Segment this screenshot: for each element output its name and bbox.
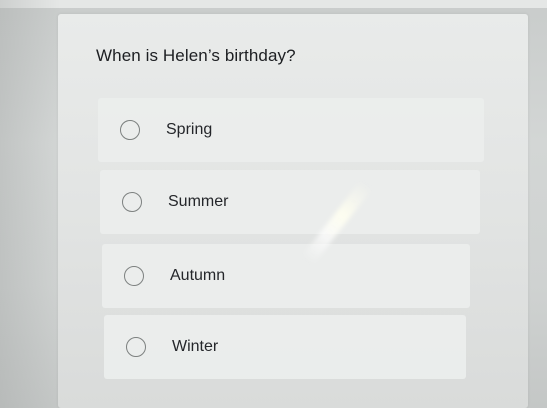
option-label: Winter [172, 338, 219, 355]
top-edge [0, 0, 547, 8]
background-shade [0, 0, 60, 408]
option-autumn[interactable]: Autumn [102, 244, 470, 308]
radio-unchecked-icon[interactable] [126, 337, 146, 357]
option-summer[interactable]: Summer [100, 170, 480, 234]
radio-unchecked-icon[interactable] [124, 266, 144, 286]
radio-unchecked-icon[interactable] [122, 192, 142, 212]
radio-unchecked-icon[interactable] [120, 120, 140, 140]
option-label: Autumn [170, 267, 226, 284]
question-text: When is Helen’s birthday? [96, 46, 296, 65]
option-label: Summer [168, 193, 229, 210]
option-winter[interactable]: Winter [104, 315, 466, 379]
option-spring[interactable]: Spring [98, 98, 484, 162]
option-label: Spring [166, 121, 213, 138]
